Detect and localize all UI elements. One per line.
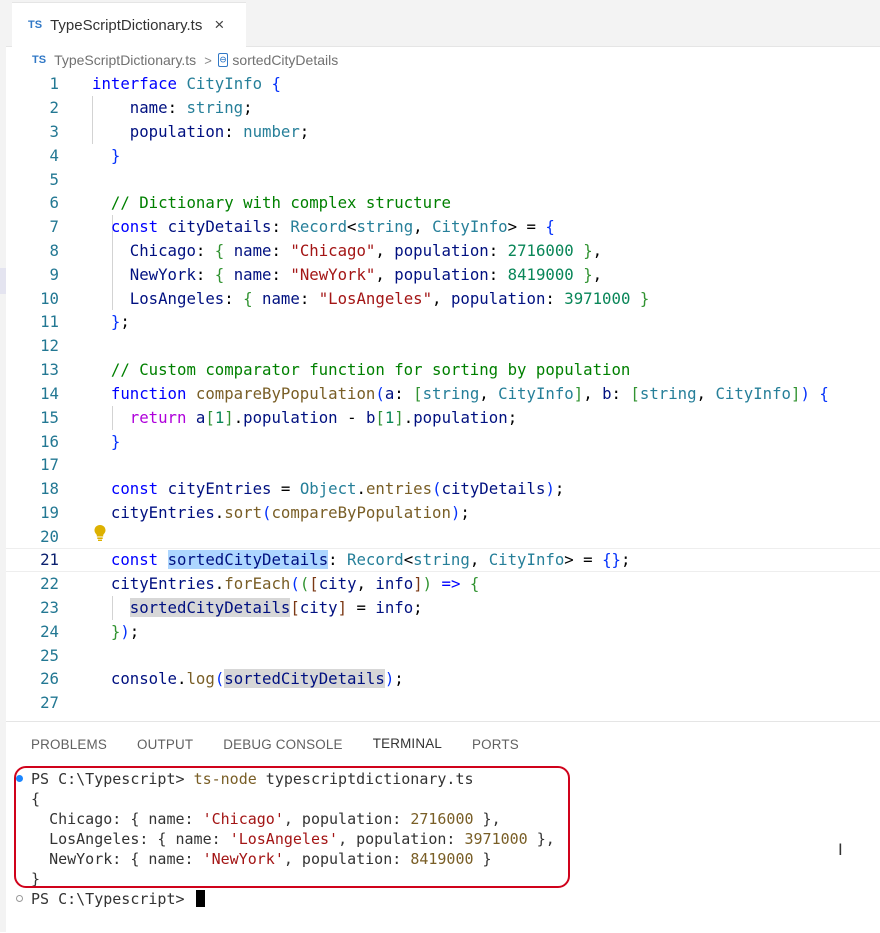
line-number: 9 [49,265,59,284]
code-line: } [110,146,121,165]
tab-output[interactable]: OUTPUT [121,722,207,768]
chevron-right-icon: > [204,52,212,68]
line-number: 6 [49,193,59,212]
line-number: 17 [40,455,59,474]
line-number: 22 [40,574,59,593]
symbol-variable-icon: ⊖ [217,53,229,67]
line-number: 8 [49,241,59,260]
line-number: 24 [40,622,59,641]
line-number: 20 [40,527,59,546]
line-number: 18 [40,479,59,498]
line-number: 14 [40,384,59,403]
code-line: const cityDetails: Record<string, CityIn… [110,217,555,236]
line-number: 3 [49,122,59,141]
code-line: }); [110,622,140,641]
line-number: 12 [40,336,59,355]
breadcrumb: TS TypeScriptDictionary.ts > ⊖ sortedCit… [6,48,338,72]
code-line: const cityEntries = Object.entries(cityD… [110,479,565,498]
code-line: }; [110,312,130,331]
code-line: name: string; [129,98,253,117]
breadcrumb-symbol[interactable]: sortedCityDetails [232,52,338,68]
code-line-current: const sortedCityDetails: Record<string, … [110,550,631,569]
line-number: 15 [40,408,59,427]
editor-tab-bar: TS TypeScriptDictionary.ts × [6,0,880,47]
typescript-file-icon: TS [32,54,47,66]
line-number: 16 [40,432,59,451]
code-line: cityEntries.forEach(([city, info]) => { [110,574,480,593]
lightbulb-icon[interactable] [93,524,107,542]
code-line: return a[1].population - b[1].population… [129,408,518,427]
close-icon[interactable]: × [214,15,224,35]
code-line: // Dictionary with complex structure [110,193,451,212]
highlight-box [14,766,570,888]
tab-label: TypeScriptDictionary.ts [50,16,203,34]
line-number: 5 [49,170,59,189]
line-number: 7 [49,217,59,236]
terminal-cursor [195,890,205,907]
typescript-file-icon: TS [28,19,43,31]
line-number: 21 [40,550,59,569]
code-line: Chicago: { name: "Chicago", population: … [129,241,603,260]
line-number: 1 [49,74,59,93]
line-number: 23 [40,598,59,617]
line-number: 19 [40,503,59,522]
tab-ports[interactable]: PORTS [456,722,533,768]
command-decoration-icon [16,895,23,902]
code-line: console.log(sortedCityDetails); [110,669,404,688]
panel-tabs: PROBLEMS OUTPUT DEBUG CONSOLE TERMINAL P… [6,722,533,768]
line-number: 25 [40,646,59,665]
terminal-line: PS C:\Typescript> [31,889,205,909]
line-number: 2 [49,98,59,117]
line-number: 4 [49,146,59,165]
line-number: 11 [40,312,59,331]
line-number: 27 [40,693,59,712]
text-cursor-icon: I [838,840,843,859]
code-line: NewYork: { name: "NewYork", population: … [129,265,603,284]
code-line: cityEntries.sort(compareByPopulation); [110,503,470,522]
code-line: function compareByPopulation(a: [string,… [110,384,829,403]
line-number: 13 [40,360,59,379]
line-number: 26 [40,669,59,688]
terminal-prompt: PS C:\Typescript> [31,890,194,908]
line-number: 10 [40,289,59,308]
tab-terminal[interactable]: TERMINAL [356,722,442,768]
tab-debug-console[interactable]: DEBUG CONSOLE [207,722,356,768]
code-line: // Custom comparator function for sortin… [110,360,631,379]
tab-problems[interactable]: PROBLEMS [6,722,121,768]
breadcrumb-file[interactable]: TypeScriptDictionary.ts [54,52,196,68]
code-line: interface CityInfo { [92,74,281,93]
code-line: } [110,432,121,451]
code-line: sortedCityDetails[city] = info; [129,598,423,617]
tab-typescriptdictionary[interactable]: TS TypeScriptDictionary.ts × [12,2,246,47]
code-line: population: number; [129,122,310,141]
code-line: LosAngeles: { name: "LosAngeles", popula… [129,289,650,308]
code-editor[interactable]: 1 interface CityInfo { 2 name: string; 3 … [6,72,880,720]
